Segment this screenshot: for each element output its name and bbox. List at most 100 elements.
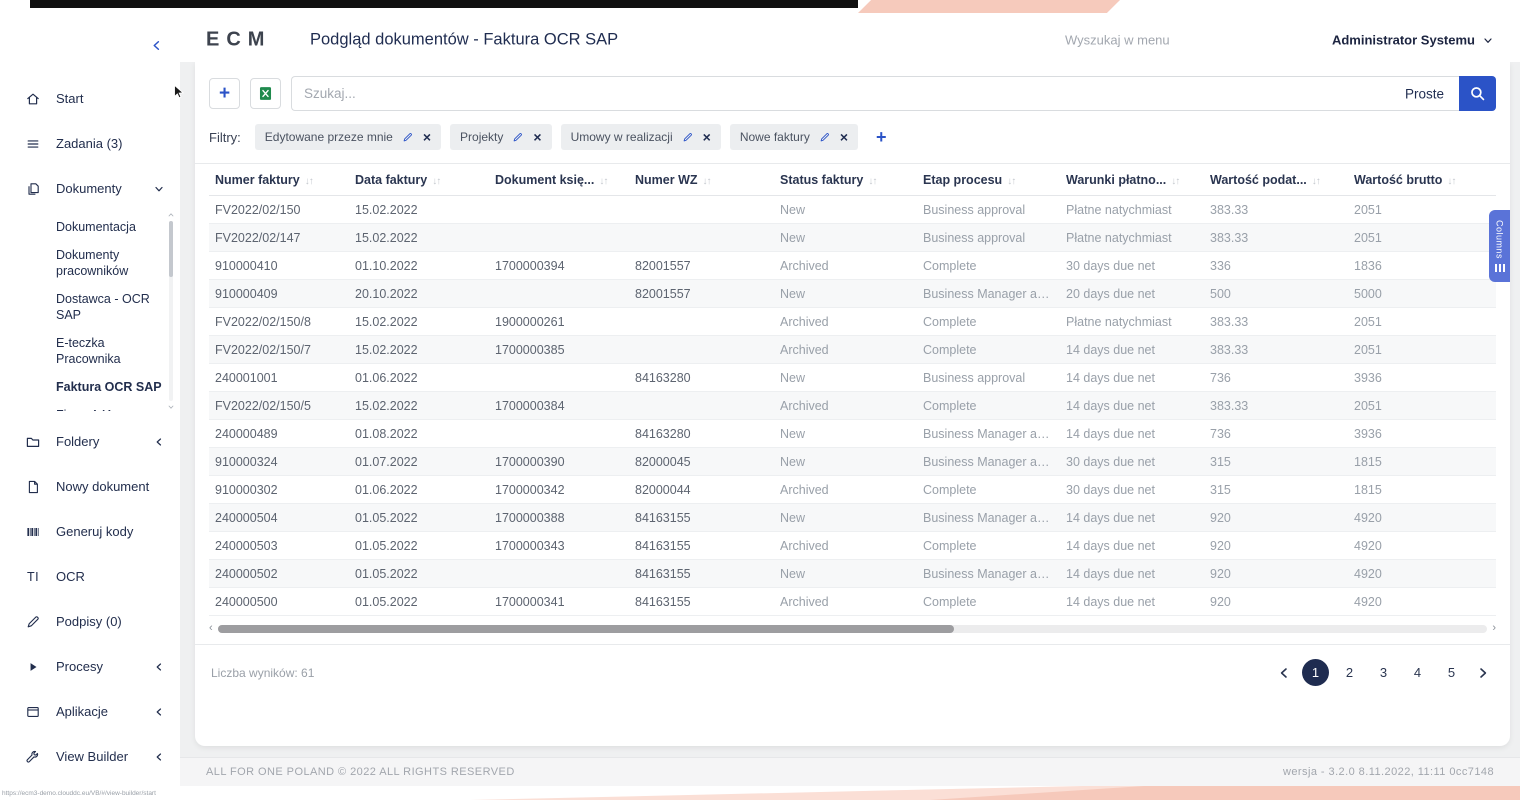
sidebar-item-start[interactable]: Start — [0, 76, 180, 121]
folder-icon — [25, 434, 41, 450]
search-button[interactable] — [1459, 76, 1496, 111]
sidebar-item-foldery[interactable]: Foldery — [0, 419, 180, 464]
cell-etap-procesu: Business approval — [917, 224, 1060, 252]
page-button-5[interactable]: 5 — [1438, 659, 1465, 686]
search-input[interactable] — [291, 76, 1459, 111]
edit-filter-icon[interactable] — [819, 131, 831, 143]
column-header[interactable]: Etap procesu↓↑ — [917, 164, 1060, 196]
scrollbar-track[interactable] — [169, 221, 173, 401]
page-button-1[interactable]: 1 — [1302, 659, 1329, 686]
sort-icons[interactable]: ↓↑ — [599, 176, 607, 187]
submenu-item-dokumenty-pracownikow[interactable]: Dokumenty pracowników — [56, 241, 166, 285]
table-row[interactable]: FV2022/02/147 15.02.2022 New Business ap… — [209, 224, 1496, 252]
edit-filter-icon[interactable] — [512, 131, 524, 143]
sort-icons[interactable]: ↓↑ — [1312, 176, 1320, 187]
submenu-item-firma-a41[interactable]: Firma A41 — [56, 401, 166, 411]
sort-icons[interactable]: ↓↑ — [432, 176, 440, 187]
cell-dokument-ksiegowy — [489, 196, 629, 224]
column-header[interactable]: Data faktury↓↑ — [349, 164, 489, 196]
remove-filter-icon[interactable]: × — [840, 130, 848, 144]
user-menu[interactable]: Administrator Systemu — [1332, 33, 1494, 48]
results-count: Liczba wyników: 61 — [211, 666, 314, 680]
table-row[interactable]: 240000489 01.08.2022 84163280 New Busine… — [209, 420, 1496, 448]
submenu-item-faktura-ocr-sap[interactable]: Faktura OCR SAP — [56, 373, 166, 401]
remove-filter-icon[interactable]: × — [703, 130, 711, 144]
collapse-sidebar-icon[interactable] — [149, 38, 164, 53]
column-header[interactable]: Wartość podat...↓↑ — [1204, 164, 1348, 196]
table-row[interactable]: FV2022/02/150/5 15.02.2022 1700000384 Ar… — [209, 392, 1496, 420]
submenu-item-eteczka-pracownika[interactable]: E-teczka Pracownika — [56, 329, 166, 373]
column-header[interactable]: Dokument księ...↓↑ — [489, 164, 629, 196]
sidebar-item-podpisy[interactable]: Podpisy (0) — [0, 599, 180, 644]
edit-filter-icon[interactable] — [402, 131, 414, 143]
remove-filter-icon[interactable]: × — [423, 130, 431, 144]
table-row[interactable]: 240000503 01.05.2022 1700000343 84163155… — [209, 532, 1496, 560]
column-header[interactable]: Numer WZ↓↑ — [629, 164, 774, 196]
sidebar-item-dokumenty[interactable]: Dokumenty — [0, 166, 180, 211]
table-row[interactable]: FV2022/02/150 15.02.2022 New Business ap… — [209, 196, 1496, 224]
export-excel-button[interactable] — [250, 78, 281, 109]
cell-numer-faktury: 240000489 — [209, 420, 349, 448]
sidebar-item-procesy[interactable]: Procesy — [0, 644, 180, 689]
table-row[interactable]: 910000410 01.10.2022 1700000394 82001557… — [209, 252, 1496, 280]
page-button-3[interactable]: 3 — [1370, 659, 1397, 686]
table-row[interactable]: 240001001 01.06.2022 84163280 New Busine… — [209, 364, 1496, 392]
previous-page-button[interactable] — [1273, 665, 1295, 681]
scroll-right-icon[interactable]: › — [1492, 623, 1496, 634]
sidebar-item-view-builder[interactable]: View Builder — [0, 734, 180, 779]
cell-dokument-ksiegowy: 1700000388 — [489, 504, 629, 532]
sort-icons[interactable]: ↓↑ — [305, 176, 313, 187]
scroll-down-icon[interactable] — [167, 403, 175, 411]
sidebar-item-ocr[interactable]: TI OCR — [0, 554, 180, 599]
columns-icon — [1495, 264, 1505, 272]
column-header[interactable]: Wartość brutto↓↑ — [1348, 164, 1496, 196]
column-header[interactable]: Numer faktury↓↑ — [209, 164, 349, 196]
table-row[interactable]: 910000302 01.06.2022 1700000342 82000044… — [209, 476, 1496, 504]
filter-chip[interactable]: Umowy w realizacji × — [561, 124, 721, 150]
submenu-item-dostawca-ocr-sap[interactable]: Dostawca - OCR SAP — [56, 285, 166, 329]
sort-icons[interactable]: ↓↑ — [1007, 176, 1015, 187]
scrollbar-thumb[interactable] — [169, 221, 173, 277]
column-header[interactable]: Warunki płatno...↓↑ — [1060, 164, 1204, 196]
table-row[interactable]: 240000500 01.05.2022 1700000341 84163155… — [209, 588, 1496, 616]
table-row[interactable]: 240000504 01.05.2022 1700000388 84163155… — [209, 504, 1496, 532]
sort-icons[interactable]: ↓↑ — [703, 176, 711, 187]
columns-panel-tab[interactable]: Columns — [1489, 210, 1510, 282]
page-button-4[interactable]: 4 — [1404, 659, 1431, 686]
next-page-button[interactable] — [1472, 665, 1494, 681]
scroll-left-icon[interactable]: ‹ — [209, 623, 213, 634]
hscroll-thumb[interactable] — [218, 625, 954, 633]
hscroll-track[interactable] — [218, 625, 1488, 633]
sidebar-item-label: Zadania (3) — [56, 136, 122, 151]
dokumenty-submenu: Dokumentacja Dokumenty pracowników Dosta… — [0, 211, 180, 411]
scroll-up-icon[interactable] — [167, 211, 175, 219]
edit-filter-icon[interactable] — [682, 131, 694, 143]
sort-icons[interactable]: ↓↑ — [1447, 176, 1455, 187]
cell-status-faktury: Archived — [774, 252, 917, 280]
search-mode-toggle[interactable]: Proste — [1405, 86, 1444, 101]
cell-wartosc-podatku: 920 — [1204, 532, 1348, 560]
add-filter-button[interactable]: + — [870, 126, 893, 149]
filter-chip[interactable]: Projekty × — [450, 124, 552, 150]
remove-filter-icon[interactable]: × — [533, 130, 541, 144]
sort-icons[interactable]: ↓↑ — [868, 176, 876, 187]
add-document-button[interactable]: + — [209, 78, 240, 109]
filter-chip[interactable]: Edytowane przeze mnie × — [255, 124, 441, 150]
page-button-2[interactable]: 2 — [1336, 659, 1363, 686]
table-row[interactable]: 910000324 01.07.2022 1700000390 82000045… — [209, 448, 1496, 476]
filter-chip[interactable]: Nowe faktury × — [730, 124, 858, 150]
submenu-item-dokumentacja[interactable]: Dokumentacja — [56, 213, 166, 241]
sidebar-item-zadania[interactable]: Zadania (3) — [0, 121, 180, 166]
cell-warunki-platnosci: 14 days due net — [1060, 392, 1204, 420]
sidebar-item-nowy-dokument[interactable]: Nowy dokument — [0, 464, 180, 509]
sidebar-item-generuj-kody[interactable]: Generuj kody — [0, 509, 180, 554]
table-row[interactable]: FV2022/02/150/7 15.02.2022 1700000385 Ar… — [209, 336, 1496, 364]
sort-icons[interactable]: ↓↑ — [1171, 176, 1179, 187]
table-row[interactable]: 240000502 01.05.2022 84163155 New Busine… — [209, 560, 1496, 588]
table-row[interactable]: 910000409 20.10.2022 82001557 New Busine… — [209, 280, 1496, 308]
menu-search-input[interactable]: Wyszukaj w menu — [1065, 33, 1170, 48]
sidebar-item-aplikacje[interactable]: Aplikacje — [0, 689, 180, 734]
table-row[interactable]: FV2022/02/150/8 15.02.2022 1900000261 Ar… — [209, 308, 1496, 336]
submenu-scrollbar[interactable] — [166, 211, 176, 411]
column-header[interactable]: Status faktury↓↑ — [774, 164, 917, 196]
